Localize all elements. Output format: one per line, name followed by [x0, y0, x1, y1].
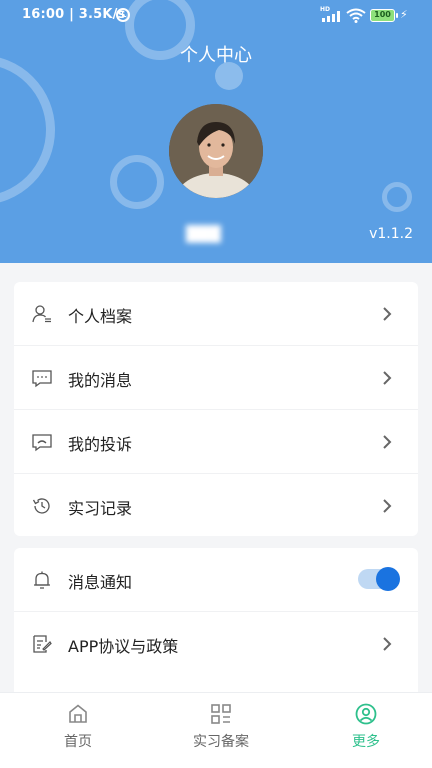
menu-item-label: 消息通知: [68, 573, 133, 592]
tab-label: 首页: [64, 734, 92, 750]
profile-header: 16:00 | 3.5K/s HD 100 ⚡ 个人中心 ███ v1.1.2: [0, 0, 432, 263]
chevron-right-icon: [383, 307, 392, 321]
decor-circle: [110, 155, 164, 209]
menu-item-label: 个人档案: [68, 307, 133, 326]
menu-item-complaints[interactable]: 我的投诉: [14, 410, 418, 474]
menu-item-label: 我的投诉: [68, 435, 133, 454]
status-bar: 16:00 | 3.5K/s HD 100 ⚡: [0, 0, 432, 32]
menu-item-label: 实习记录: [68, 499, 133, 518]
charging-icon: ⚡: [400, 8, 408, 21]
message-icon: [32, 370, 52, 388]
tab-internship-filing[interactable]: 实习备案: [149, 693, 293, 768]
document-icon: [33, 635, 52, 653]
menu-item-agreement[interactable]: APP协议与政策: [14, 612, 418, 676]
decor-circle: [0, 55, 55, 205]
bottom-tab-bar: 首页 实习备案 更多: [0, 692, 432, 768]
avatar[interactable]: [169, 104, 263, 198]
avatar-photo: [169, 104, 263, 198]
status-time: 16:00 | 3.5K/s: [22, 7, 126, 22]
wifi-icon: [346, 8, 366, 23]
grid-icon: [211, 704, 231, 724]
user-circle-icon: [355, 703, 377, 725]
tab-label: 更多: [352, 734, 380, 750]
menu-card-main: 个人档案 我的消息 我的投诉 实习记录: [14, 282, 418, 536]
menu-item-profile[interactable]: 个人档案: [14, 282, 418, 346]
bell-icon: [34, 571, 50, 589]
menu-item-label: APP协议与政策: [68, 637, 179, 656]
tab-label: 实习备案: [193, 734, 249, 750]
history-icon: [32, 498, 50, 514]
tab-home[interactable]: 首页: [6, 693, 150, 768]
menu-item-label: 我的消息: [68, 371, 133, 390]
chevron-right-icon: [383, 371, 392, 385]
profile-icon: [32, 305, 51, 323]
chevron-right-icon: [383, 435, 392, 449]
alarm-icon: [116, 8, 130, 22]
chevron-right-icon: [383, 637, 392, 651]
username: ███: [186, 225, 221, 243]
menu-item-notifications: 消息通知: [14, 548, 418, 612]
tab-more[interactable]: 更多: [294, 693, 432, 768]
menu-item-messages[interactable]: 我的消息: [14, 346, 418, 410]
signal-icon: [322, 11, 342, 22]
menu-card-settings: 消息通知 APP协议与政策: [14, 548, 418, 698]
home-icon: [69, 704, 87, 723]
page-title: 个人中心: [180, 45, 252, 66]
notification-toggle[interactable]: [358, 567, 400, 591]
decor-circle: [382, 182, 412, 212]
app-version: v1.1.2: [369, 226, 413, 242]
menu-item-internship-records[interactable]: 实习记录: [14, 474, 418, 538]
battery-icon: 100: [370, 9, 398, 22]
complaint-icon: [32, 434, 52, 452]
chevron-right-icon: [383, 499, 392, 513]
